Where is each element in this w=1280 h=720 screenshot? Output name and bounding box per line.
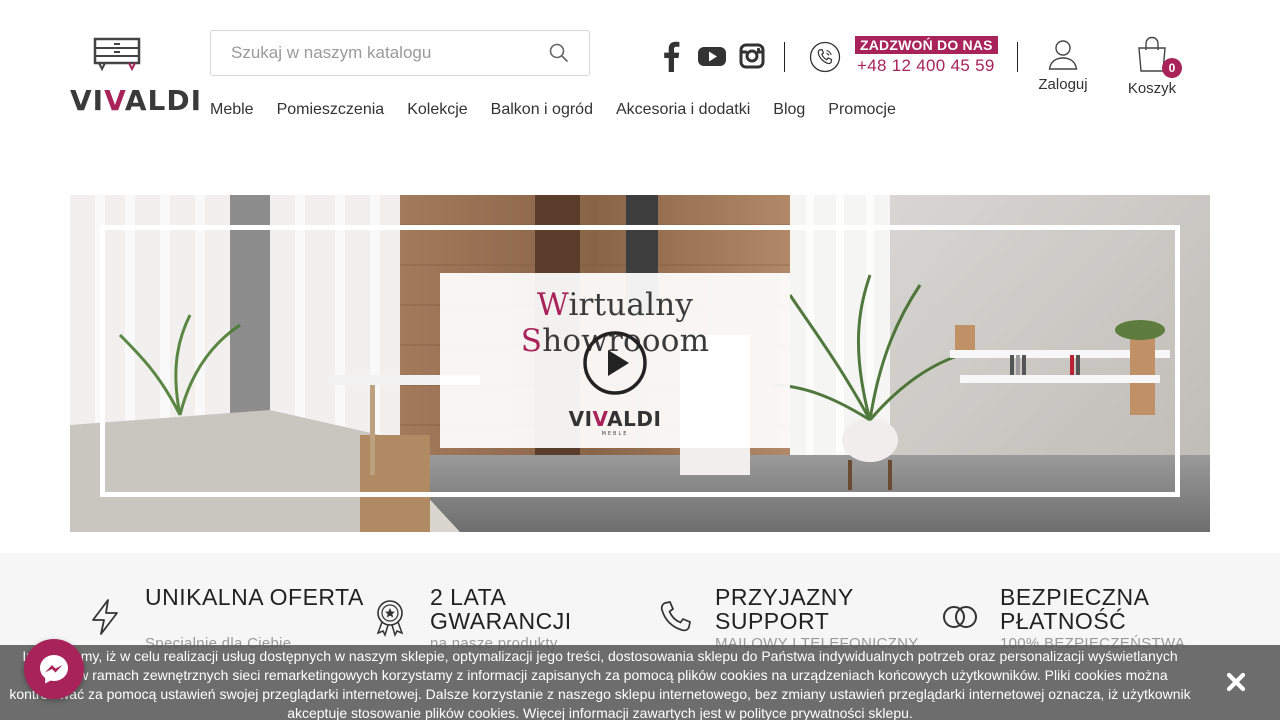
login-link[interactable]: Zaloguj (1033, 38, 1093, 93)
logo-wordmark[interactable]: VIVALDI (70, 84, 202, 117)
rings-icon (943, 606, 977, 628)
cart-label: Koszyk (1127, 80, 1177, 97)
award-badge-icon (376, 600, 404, 637)
user-icon (1048, 40, 1078, 70)
video-card[interactable]: Wirtualny Showrooom VIVALDI MEBLE (440, 273, 790, 448)
cart-link[interactable]: 0 Koszyk (1124, 36, 1182, 97)
cart-count-badge: 0 (1162, 58, 1182, 78)
nav-item-blog[interactable]: Blog (773, 101, 805, 119)
dresser-logo-icon (93, 37, 141, 72)
phone-handset-icon (660, 601, 691, 632)
header-divider-2 (1017, 42, 1018, 72)
play-button-icon[interactable] (582, 330, 648, 396)
feature-title: PRZYJAZNY SUPPORT (715, 584, 854, 634)
search-input[interactable] (211, 31, 531, 75)
close-icon[interactable] (1225, 671, 1247, 693)
call-us-label: ZADZWOŃ DO NAS (855, 36, 998, 54)
header-divider (784, 42, 785, 72)
video-logo-sub: MEBLE (601, 431, 629, 437)
facebook-icon[interactable] (660, 40, 684, 72)
cookie-text: Informujemy, iż w celu realizacji usług … (9, 648, 1191, 720)
phone-number[interactable]: +48 12 400 45 59 (857, 56, 995, 76)
cookie-bar: Informujemy, iż w celu realizacji usług … (0, 645, 1280, 720)
nav-item-meble[interactable]: Meble (210, 101, 254, 119)
feature-title: UNIKALNA OFERTA (145, 584, 364, 610)
nav-item-balkon-i-ogrod[interactable]: Balkon i ogród (491, 101, 593, 119)
showroom-banner[interactable]: Wirtualny Showrooom VIVALDI MEBLE (70, 195, 1210, 532)
nav-item-kolekcje[interactable]: Kolekcje (407, 101, 467, 119)
search-box (210, 30, 590, 76)
youtube-icon[interactable] (697, 40, 727, 72)
main-nav: Meble Pomieszczenia Kolekcje Balkon i og… (210, 101, 919, 119)
messenger-icon (40, 655, 68, 684)
instagram-icon[interactable] (739, 40, 765, 72)
lightning-icon (92, 599, 118, 635)
nav-item-pomieszczenia[interactable]: Pomieszczenia (277, 101, 385, 119)
messenger-chat-button[interactable] (24, 639, 84, 699)
phone-icon[interactable] (809, 41, 841, 73)
feature-title: BEZPIECZNA PŁATNOŚĆ (1000, 584, 1149, 634)
page: VIVALDI Meble Pomieszczenia Kolekcje Bal… (0, 0, 1280, 720)
feature-title: 2 LATA GWARANCJI (430, 584, 572, 634)
video-logo: VIVALDI (568, 407, 662, 431)
nav-item-akcesoria[interactable]: Akcesoria i dodatki (616, 101, 750, 119)
nav-item-promocje[interactable]: Promocje (828, 101, 896, 119)
search-icon[interactable] (549, 43, 569, 63)
login-label: Zaloguj (1038, 76, 1088, 93)
